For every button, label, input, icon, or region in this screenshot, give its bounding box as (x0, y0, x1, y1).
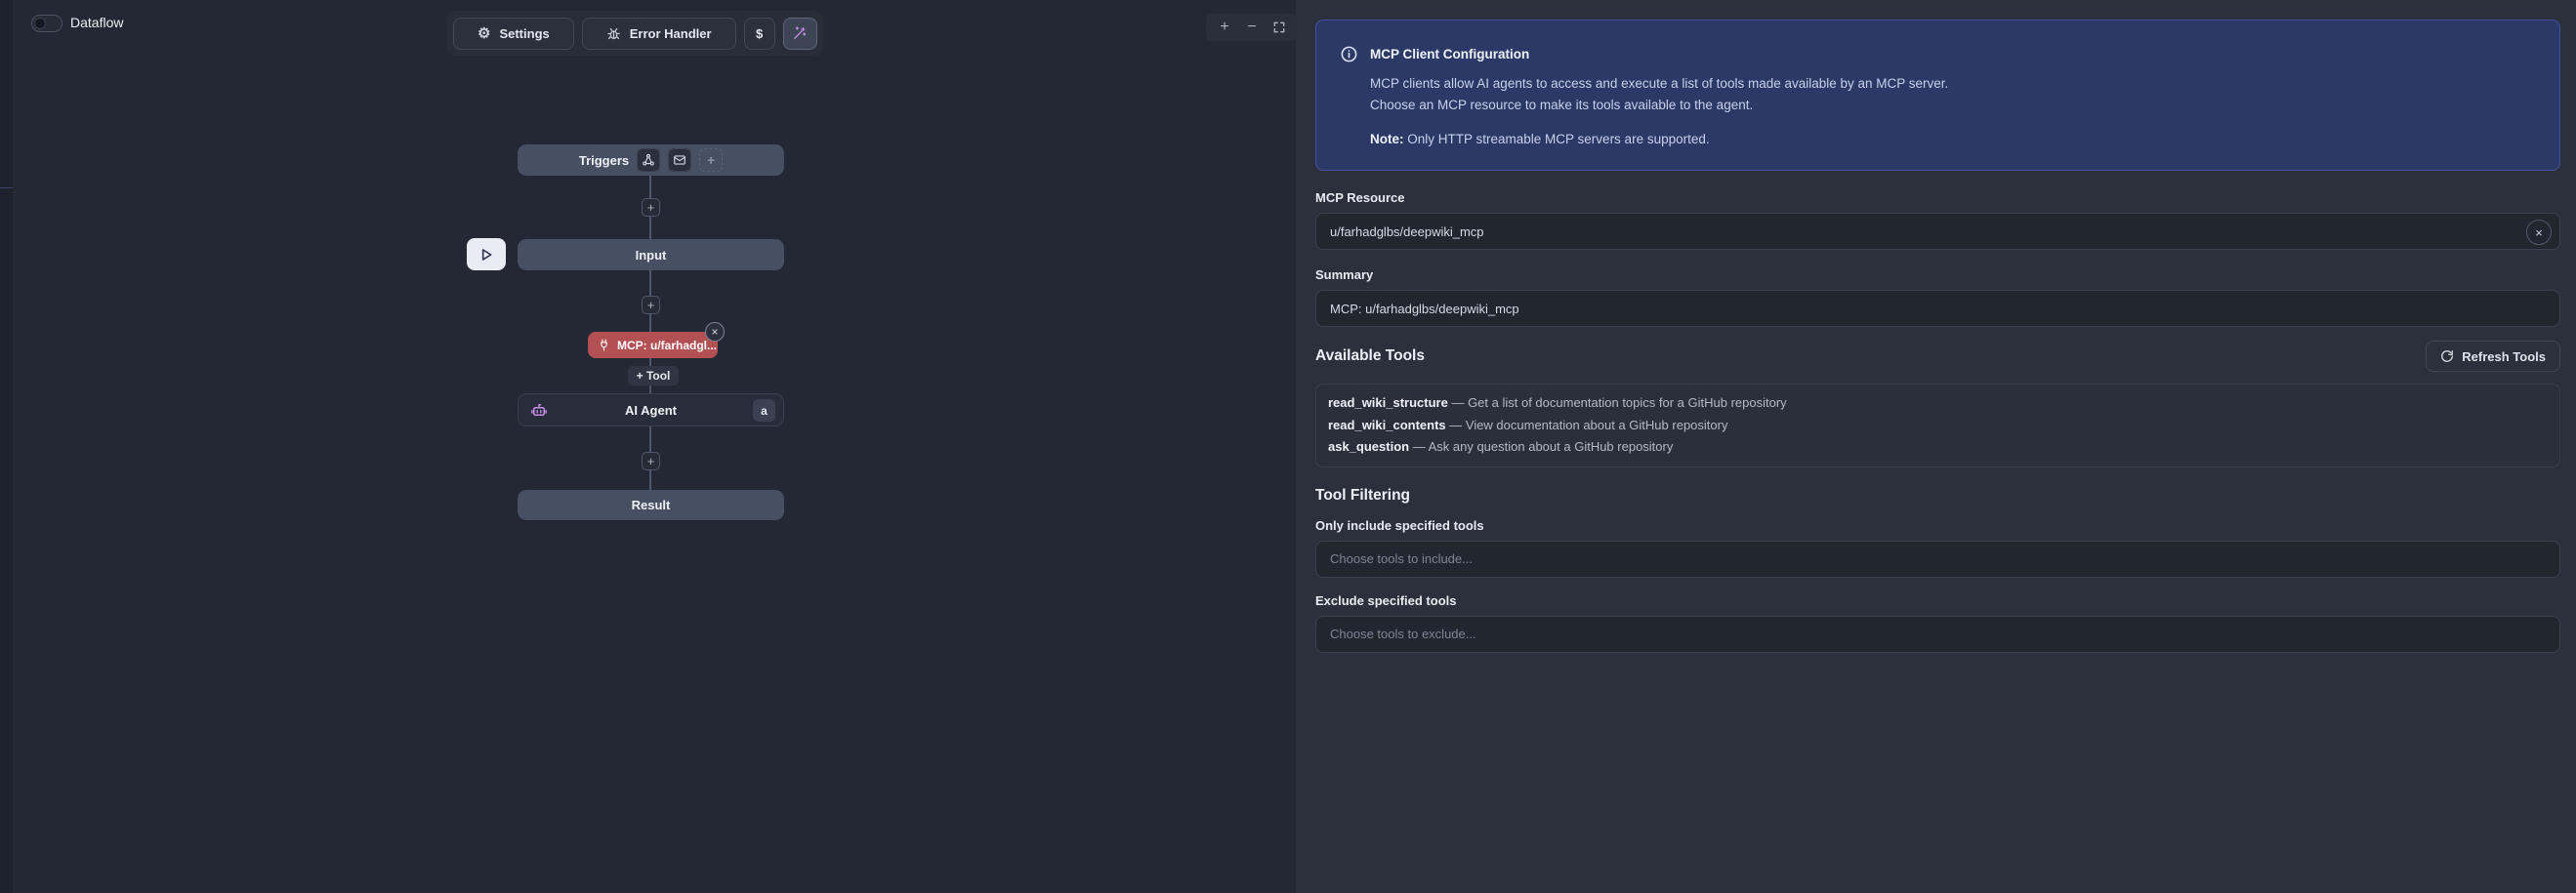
info-icon (1340, 45, 1358, 63)
plug-icon (598, 339, 610, 351)
flow-title: Dataflow (70, 15, 123, 30)
error-handler-label: Error Handler (630, 26, 712, 41)
triggers-node[interactable]: Triggers + (518, 144, 784, 176)
info-title: MCP Client Configuration (1370, 47, 1529, 61)
result-label: Result (632, 498, 671, 512)
config-panel: MCP Client Configuration MCP clients all… (1296, 0, 2576, 893)
include-tools-input[interactable] (1315, 541, 2560, 578)
toggle-knob (34, 18, 46, 29)
input-node[interactable]: Input (518, 239, 784, 270)
tool-desc: — View documentation about a GitHub repo… (1446, 418, 1728, 432)
available-tools-list: read_wiki_structure — Get a list of docu… (1315, 384, 2560, 467)
refresh-tools-label: Refresh Tools (2462, 349, 2546, 364)
tool-name: read_wiki_structure (1328, 395, 1448, 410)
run-flow-button[interactable] (467, 238, 506, 270)
fit-view-button[interactable] (1268, 16, 1290, 39)
exclude-tools-label: Exclude specified tools (1315, 593, 2560, 608)
dataflow-toggle[interactable] (31, 15, 62, 32)
email-trigger-icon[interactable] (668, 148, 691, 172)
tool-list-item: read_wiki_contents — View documentation … (1328, 415, 2548, 437)
magic-wand-icon (792, 25, 808, 41)
add-node-button-1[interactable]: + (642, 198, 660, 217)
info-note: Note: Only HTTP streamable MCP servers a… (1370, 132, 2536, 146)
tool-filtering-heading: Tool Filtering (1315, 487, 2560, 505)
webhook-trigger-icon[interactable] (637, 148, 660, 172)
result-node[interactable]: Result (518, 490, 784, 520)
info-note-label: Note: (1370, 132, 1404, 146)
robot-icon (530, 401, 548, 419)
clear-resource-button[interactable]: × (2526, 220, 2552, 245)
variables-button[interactable]: $ (744, 18, 775, 50)
add-node-button-2[interactable]: + (642, 296, 660, 314)
remove-mcp-tool-button[interactable]: × (705, 322, 725, 342)
mcp-resource-label: MCP Resource (1315, 190, 2560, 205)
input-label: Input (636, 248, 667, 263)
info-body-line2: Choose an MCP resource to make its tools… (1370, 95, 2536, 116)
add-tool-button[interactable]: + Tool (628, 366, 679, 386)
settings-button[interactable]: ⚙ Settings (453, 18, 574, 50)
tool-list-item: ask_question — Ask any question about a … (1328, 436, 2548, 459)
refresh-icon (2440, 349, 2454, 363)
ai-wand-button[interactable] (783, 18, 817, 50)
summary-input[interactable] (1315, 290, 2560, 327)
zoom-out-button[interactable]: − (1241, 16, 1263, 39)
exclude-tools-input[interactable] (1315, 616, 2560, 653)
rail-divider (0, 187, 13, 188)
agent-badge[interactable]: a (753, 399, 775, 422)
bug-icon (606, 26, 621, 41)
tool-name: read_wiki_contents (1328, 418, 1446, 432)
error-handler-button[interactable]: Error Handler (582, 18, 736, 50)
mcp-node-label: MCP: u/farhadgl... (617, 339, 717, 352)
zoom-in-button[interactable]: + (1214, 16, 1235, 39)
settings-label: Settings (499, 26, 549, 41)
dollar-label: $ (756, 26, 763, 41)
info-note-text: Only HTTP streamable MCP servers are sup… (1404, 132, 1710, 146)
mcp-info-banner: MCP Client Configuration MCP clients all… (1315, 20, 2560, 171)
canvas-toolbar: ⚙ Settings Error Handler $ (447, 11, 823, 56)
triggers-label: Triggers (579, 153, 629, 168)
tool-name: ask_question (1328, 439, 1409, 454)
mcp-resource-input[interactable] (1315, 213, 2560, 250)
info-body-line1: MCP clients allow AI agents to access an… (1370, 73, 2536, 95)
include-tools-label: Only include specified tools (1315, 518, 2560, 533)
tool-desc: — Ask any question about a GitHub reposi… (1409, 439, 1673, 454)
ai-agent-label: AI Agent (625, 403, 677, 418)
ai-agent-node[interactable]: AI Agent a (518, 393, 784, 426)
zoom-controls: + − (1206, 14, 1298, 41)
available-tools-heading: Available Tools (1315, 347, 1425, 365)
add-trigger-button[interactable]: + (699, 148, 723, 172)
refresh-tools-button[interactable]: Refresh Tools (2426, 341, 2560, 372)
mcp-tool-node[interactable]: MCP: u/farhadgl... (588, 332, 718, 358)
add-node-button-3[interactable]: + (642, 452, 660, 470)
tool-list-item: read_wiki_structure — Get a list of docu… (1328, 392, 2548, 415)
summary-label: Summary (1315, 267, 2560, 282)
tool-desc: — Get a list of documentation topics for… (1448, 395, 1787, 410)
collapsed-sidebar-rail[interactable] (0, 0, 13, 893)
gear-icon: ⚙ (478, 26, 490, 41)
